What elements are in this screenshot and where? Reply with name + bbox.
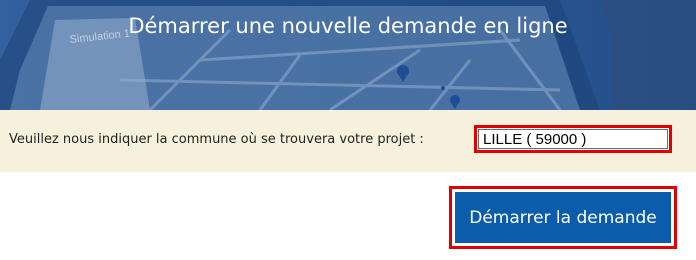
start-request-button[interactable]: Démarrer la demande (455, 192, 671, 243)
commune-form: Veuillez nous indiquer la commune où se … (0, 110, 696, 172)
start-button-highlight: Démarrer la demande (449, 186, 677, 249)
commune-input-highlight (474, 125, 672, 153)
header-banner: Simulation 1 Démarrer une nouvelle deman… (0, 0, 696, 110)
page-title: Démarrer une nouvelle demande en ligne (128, 14, 568, 38)
commune-label: Veuillez nous indiquer la commune où se … (9, 132, 424, 147)
commune-input[interactable] (478, 129, 668, 149)
